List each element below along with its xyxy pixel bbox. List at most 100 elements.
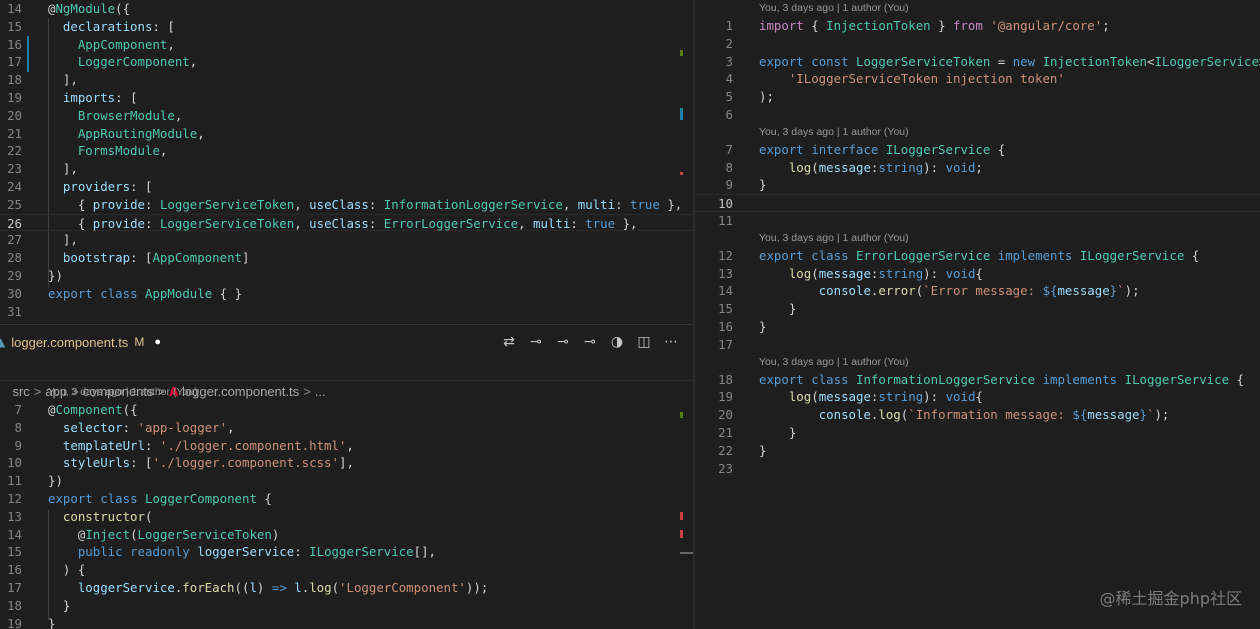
code-line[interactable]: 17 LoggerComponent, [0, 53, 693, 71]
code-line[interactable]: 22} [695, 442, 1260, 460]
code-text[interactable]: LoggerComponent, [48, 53, 197, 71]
code-line[interactable]: 21 } [695, 424, 1260, 442]
code-text[interactable]: { provide: LoggerServiceToken, useClass:… [48, 196, 682, 214]
code-line[interactable]: 18 ], [0, 71, 693, 89]
code-line[interactable]: 8 selector: 'app-logger', [0, 419, 693, 437]
editor-pane-app-module[interactable]: 14 @NgModule({15 declarations: [16 AppCom… [0, 0, 693, 324]
code-text[interactable]: log(message:string): void{ [759, 388, 983, 406]
codelens-blame[interactable]: You, 3 days ago | 1 author (You) [695, 124, 1260, 141]
code-text[interactable]: styleUrls: ['./logger.component.scss'], [48, 454, 354, 472]
code-line[interactable]: 16 ) { [0, 561, 693, 579]
code-text[interactable]: ) { [48, 561, 85, 579]
timeline-icon[interactable]: ⊸ [555, 333, 571, 351]
code-line[interactable]: 29}) [0, 267, 693, 285]
code-line[interactable]: 16 AppComponent, [0, 36, 693, 54]
code-text[interactable]: } [48, 597, 70, 615]
code-line[interactable]: 17 loggerService.forEach((l) => l.log('L… [0, 579, 693, 597]
code-line[interactable]: 17 [695, 336, 1260, 354]
code-text[interactable]: } [759, 318, 766, 336]
code-line[interactable]: 21 AppRoutingModule, [0, 125, 693, 143]
code-line[interactable]: 4 'ILoggerServiceToken injection token' [695, 70, 1260, 88]
code-line[interactable]: 20 BrowserModule, [0, 107, 693, 125]
editor-tab[interactable]: ▲ logger.component.ts M ● [0, 325, 180, 359]
code-text[interactable]: BrowserModule, [48, 107, 182, 125]
code-text[interactable]: export const LoggerServiceToken = new In… [759, 53, 1260, 71]
code-text[interactable]: } [48, 615, 55, 629]
code-text[interactable]: AppComponent, [48, 36, 175, 54]
code-line[interactable]: 26 { provide: LoggerServiceToken, useCla… [0, 213, 693, 233]
code-line[interactable]: 7 export interface ILoggerService { [695, 141, 1260, 159]
code-line[interactable]: 14 @NgModule({ [0, 0, 693, 18]
code-line[interactable]: 30 export class AppModule { } [0, 285, 693, 303]
code-line[interactable]: 16} [695, 318, 1260, 336]
code-line[interactable]: 11 [695, 212, 1260, 230]
code-area[interactable]: You, 3 days ago | 1 author (You) 1 import … [695, 0, 1260, 477]
code-text[interactable]: providers: [ [48, 178, 153, 196]
code-text[interactable]: export class LoggerComponent { [48, 490, 272, 508]
code-line[interactable]: 5); [695, 88, 1260, 106]
codelens-blame[interactable]: You, 3 days ago | 1 author (You) [0, 384, 693, 401]
code-line[interactable]: 11}) [0, 472, 693, 490]
code-line[interactable]: 23 [695, 460, 1260, 478]
code-text[interactable]: public readonly loggerService: ILoggerSe… [48, 543, 436, 561]
code-text[interactable]: log(message:string): void; [759, 159, 983, 177]
git-compare-icon[interactable]: ◑ [609, 333, 625, 351]
code-line[interactable]: 20 console.log(`Information message: ${m… [695, 406, 1260, 424]
code-line[interactable]: 3 export const LoggerServiceToken = new I… [695, 53, 1260, 71]
code-text[interactable]: }) [48, 472, 63, 490]
split-editor-icon[interactable]: ◫ [636, 333, 652, 351]
code-line[interactable]: 18 } [0, 597, 693, 615]
code-line[interactable]: 2 [695, 35, 1260, 53]
code-line[interactable]: 14 console.error(`Error message: ${messa… [695, 282, 1260, 300]
code-line[interactable]: 18 export class InformationLoggerService … [695, 371, 1260, 389]
unsaved-dot-icon[interactable]: ● [154, 336, 161, 348]
code-text[interactable]: export class ErrorLoggerService implemen… [759, 247, 1199, 265]
editor-pane-logger-component[interactable]: ▲ logger.component.ts M ● ⇄ ⊸ ⊸ ⊸ ◑ ◫ ⋯ src > ap… [0, 324, 693, 629]
code-text[interactable]: imports: [ [48, 89, 138, 107]
code-line[interactable]: 15 declarations: [ [0, 18, 693, 36]
code-line[interactable]: 27 ], [0, 231, 693, 249]
code-line[interactable]: 8 log(message:string): void; [695, 159, 1260, 177]
code-line[interactable]: 12 export class LoggerComponent { [0, 490, 693, 508]
code-text[interactable]: 'ILoggerServiceToken injection token' [759, 70, 1065, 88]
code-line[interactable]: 15 } [695, 300, 1260, 318]
codelens-blame[interactable]: You, 3 days ago | 1 author (You) [695, 354, 1260, 371]
code-text[interactable]: { provide: LoggerServiceToken, useClass:… [48, 215, 638, 233]
code-text[interactable]: ], [48, 160, 78, 178]
code-line[interactable]: 25 { provide: LoggerServiceToken, useCla… [0, 196, 693, 214]
code-text[interactable]: console.log(`Information message: ${mess… [759, 406, 1170, 424]
code-line[interactable]: 9 templateUrl: './logger.component.html'… [0, 437, 693, 455]
code-line[interactable]: 13 constructor( [0, 508, 693, 526]
codelens-blame[interactable]: You, 3 days ago | 1 author (You) [695, 0, 1260, 17]
code-text[interactable]: log(message:string): void{ [759, 265, 983, 283]
code-text[interactable]: selector: 'app-logger', [48, 419, 235, 437]
code-text[interactable]: import { InjectionToken } from '@angular… [759, 17, 1110, 35]
code-line[interactable]: 14 @Inject(LoggerServiceToken) [0, 526, 693, 544]
code-text[interactable]: bootstrap: [AppComponent] [48, 249, 250, 267]
open-changes-icon[interactable]: ⇄ [501, 333, 517, 351]
code-text[interactable]: } [759, 176, 766, 194]
more-actions-icon[interactable]: ⋯ [663, 333, 679, 351]
code-line[interactable]: 23 ], [0, 160, 693, 178]
code-text[interactable]: ], [48, 231, 78, 249]
code-line[interactable]: 6 [695, 106, 1260, 124]
code-text[interactable]: FormsModule, [48, 142, 168, 160]
code-text[interactable]: constructor( [48, 508, 153, 526]
code-line[interactable]: 22 FormsModule, [0, 142, 693, 160]
code-line[interactable]: 28 bootstrap: [AppComponent] [0, 249, 693, 267]
code-area[interactable]: You, 3 days ago | 1 author (You) 7 @Compo… [0, 384, 693, 629]
editor-pane-logger-service[interactable]: You, 3 days ago | 1 author (You) 1 import … [695, 0, 1260, 629]
code-line[interactable]: 12 export class ErrorLoggerService implem… [695, 247, 1260, 265]
code-text[interactable]: @NgModule({ [48, 0, 130, 18]
code-text[interactable]: }) [48, 267, 63, 285]
code-text[interactable]: export interface ILoggerService { [759, 141, 1005, 159]
code-line[interactable]: 10 [695, 194, 1260, 212]
code-text[interactable]: export class InformationLoggerService im… [759, 371, 1244, 389]
code-text[interactable]: } [759, 424, 796, 442]
code-text[interactable]: templateUrl: './logger.component.html', [48, 437, 354, 455]
code-text[interactable]: ); [759, 88, 774, 106]
code-text[interactable]: console.error(`Error message: ${message}… [759, 282, 1140, 300]
code-text[interactable]: AppRoutingModule, [48, 125, 205, 143]
code-text[interactable]: } [759, 300, 796, 318]
code-text[interactable]: } [759, 442, 766, 460]
